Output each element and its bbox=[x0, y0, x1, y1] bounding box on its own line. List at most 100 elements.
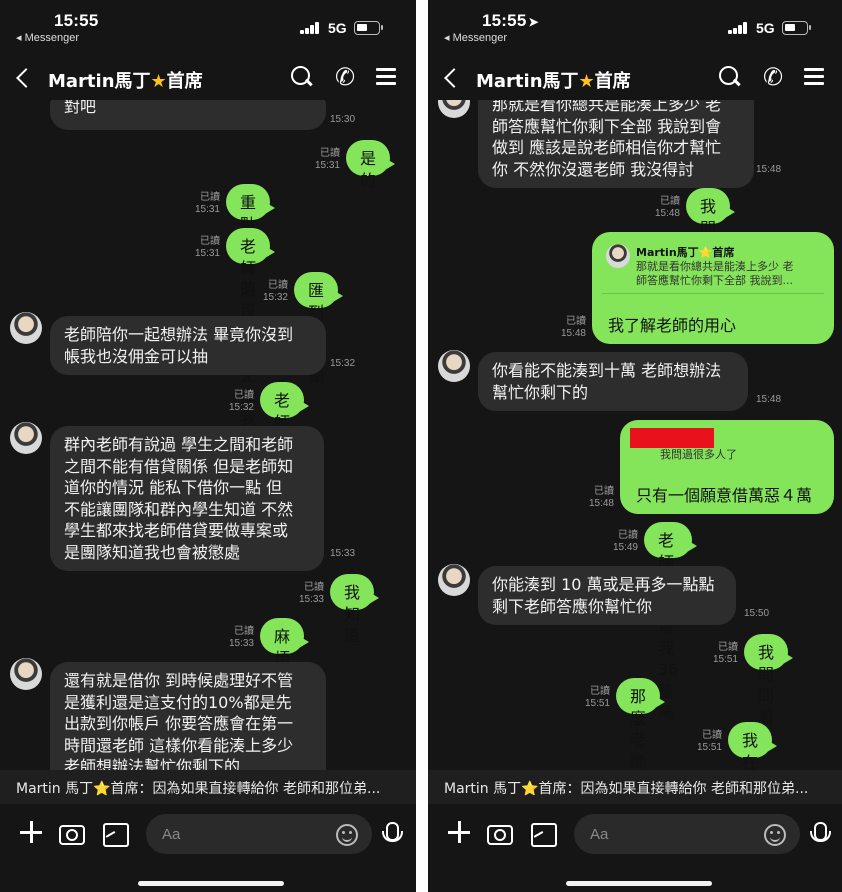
message-list[interactable]: 對吧 15:30 是的 已讀 15:31 重點我真的沒有錢了 已讀 15:31 … bbox=[0, 100, 416, 770]
menu-icon[interactable] bbox=[800, 62, 830, 92]
read-receipt: 已讀 bbox=[702, 730, 722, 741]
quoted-author: Martin馬丁⭐首席 bbox=[636, 246, 735, 259]
microphone-icon[interactable] bbox=[804, 818, 834, 848]
message-bubble[interactable]: 麻煩老師幫幫我 bbox=[260, 618, 310, 770]
home-indicator[interactable] bbox=[138, 881, 284, 886]
camera-icon[interactable] bbox=[484, 818, 514, 848]
microphone-icon[interactable] bbox=[376, 818, 406, 848]
star-icon: ★ bbox=[150, 71, 167, 92]
reply-bubble[interactable]: Martin馬丁⭐首席 那就是看你總共是能湊上多少 老 師答應幫忙你剩下全部 我… bbox=[592, 232, 834, 344]
avatar[interactable] bbox=[10, 422, 42, 454]
message-bubble[interactable]: 老師我真的很急 bbox=[260, 382, 310, 539]
read-receipt: 已讀 bbox=[304, 582, 324, 593]
quoted-message[interactable]: Martin馬丁⭐首席 那就是看你總共是能湊上多少 老 師答應幫忙你剩下全部 我… bbox=[602, 240, 824, 294]
signal-icon bbox=[728, 22, 750, 34]
status-time: 15:55 bbox=[54, 11, 99, 30]
message-time: 15:51 bbox=[584, 698, 610, 709]
phone-icon[interactable]: ✆ bbox=[758, 62, 788, 92]
message-bubble[interactable]: 群內老師有說過 學生之間和老師 之間不能有借貸關係 但是老師知 道你的情況 能私… bbox=[50, 426, 324, 571]
signal-icon bbox=[300, 22, 322, 34]
message-bubble[interactable]: 我知道 bbox=[330, 574, 380, 645]
message-bubble[interactable]: 那就是看你總共是能湊上多少 老 師答應幫忙你剩下全部 我說到會 做到 應該是說老… bbox=[478, 100, 754, 188]
image-icon[interactable] bbox=[528, 818, 558, 848]
chat-title[interactable]: Martin馬丁★首席 bbox=[476, 67, 631, 93]
message-bubble[interactable]: 老師你要幫我 36 萬嗎 bbox=[644, 522, 698, 722]
message-bubble[interactable]: 重點我真的沒有錢了 bbox=[226, 184, 276, 384]
chat-header: Martin馬丁★首席 ✆ bbox=[428, 56, 842, 100]
contact-name: Martin馬丁 bbox=[476, 71, 579, 92]
message-bubble[interactable]: 還有就是借你 到時候處理好不管 是獲利還是這支付的10%都是先 出款到你帳戶 你… bbox=[50, 662, 326, 770]
menu-icon[interactable] bbox=[372, 62, 402, 92]
message-bubble[interactable]: 我問過很多人了 bbox=[686, 188, 736, 345]
battery-icon bbox=[354, 21, 383, 35]
read-receipt: 已讀 bbox=[618, 530, 638, 541]
plus-icon[interactable] bbox=[444, 818, 474, 848]
chat-screen-left: 15:55 ◂ Messenger 5G Martin馬丁★首席 ✆ 對吧 15… bbox=[0, 0, 416, 892]
back-chevron-icon[interactable] bbox=[440, 64, 464, 92]
phone-icon[interactable]: ✆ bbox=[330, 62, 360, 92]
avatar[interactable] bbox=[438, 564, 470, 596]
message-time: 15:32 bbox=[262, 292, 288, 303]
plus-icon[interactable] bbox=[16, 818, 46, 848]
avatar[interactable] bbox=[438, 100, 470, 118]
camera-icon[interactable] bbox=[56, 818, 86, 848]
emoji-icon[interactable] bbox=[336, 824, 358, 846]
read-receipt: 已讀 bbox=[200, 236, 220, 247]
message-time: 15:33 bbox=[298, 594, 324, 605]
composer-bar bbox=[428, 808, 842, 862]
read-receipt: 已讀 bbox=[268, 280, 288, 291]
status-bar: 15:55 ◂ Messenger 5G bbox=[0, 0, 416, 48]
message-time: 15:49 bbox=[612, 542, 638, 553]
status-time-text: 15:55 bbox=[482, 11, 527, 30]
back-to-app-link[interactable]: ◂ Messenger bbox=[444, 31, 507, 44]
message-time: 15:48 bbox=[560, 328, 586, 339]
message-time: 15:48 bbox=[756, 164, 782, 175]
message-bubble[interactable]: 那麼老師是要匯來我戶頭 bbox=[616, 678, 666, 770]
read-receipt: 已讀 bbox=[234, 626, 254, 637]
message-time: 15:51 bbox=[696, 742, 722, 753]
back-chevron-icon[interactable] bbox=[12, 64, 36, 92]
contact-role: 首席 bbox=[594, 71, 631, 92]
message-bubble[interactable]: 對吧 bbox=[50, 100, 326, 130]
back-to-app-link[interactable]: ◂ Messenger bbox=[16, 31, 79, 44]
image-icon[interactable] bbox=[100, 818, 130, 848]
message-bubble[interactable]: 你能湊到 10 萬或是再多一點點 剩下老師答應你幫忙你 bbox=[478, 566, 736, 625]
contact-name: Martin馬丁 bbox=[48, 71, 151, 92]
avatar[interactable] bbox=[10, 658, 42, 690]
chat-title[interactable]: Martin馬丁★首席 bbox=[48, 67, 203, 93]
message-bubble[interactable]: 我問問看 bbox=[744, 634, 794, 727]
message-time: 15:30 bbox=[330, 114, 356, 125]
message-list[interactable]: 那就是看你總共是能湊上多少 老 師答應幫忙你剩下全部 我說到會 做到 應該是說老… bbox=[428, 100, 842, 770]
quoted-text: 我問過很多人了 bbox=[660, 448, 737, 461]
emoji-icon[interactable] bbox=[764, 824, 786, 846]
message-bubble[interactable]: 匯到我戶頭 bbox=[294, 272, 344, 386]
read-receipt: 已讀 bbox=[660, 196, 680, 207]
message-time: 15:50 bbox=[744, 608, 770, 619]
search-icon[interactable] bbox=[286, 62, 316, 92]
contact-role: 首席 bbox=[166, 71, 203, 92]
location-arrow-icon: ➤ bbox=[528, 15, 539, 29]
avatar[interactable] bbox=[10, 312, 42, 344]
avatar[interactable] bbox=[438, 350, 470, 382]
message-preview-text: Martin 馬丁⭐首席：因為如果直接轉給你 老師和那位弟... bbox=[16, 781, 381, 797]
message-preview-banner[interactable]: Martin 馬丁⭐首席：因為如果直接轉給你 老師和那位弟... bbox=[0, 770, 416, 804]
search-icon[interactable] bbox=[714, 62, 744, 92]
message-time: 15:31 bbox=[194, 248, 220, 259]
star-icon: ★ bbox=[578, 71, 595, 92]
message-bubble[interactable]: 老師還是你能先借我 bbox=[226, 228, 276, 428]
network-label: 5G bbox=[328, 20, 347, 36]
message-time: 15:33 bbox=[228, 638, 254, 649]
read-receipt: 已讀 bbox=[718, 642, 738, 653]
reply-text: 只有一個願意借萬惡４萬 bbox=[636, 486, 813, 505]
reply-bubble[interactable]: 我問過很多人了 只有一個願意借萬惡４萬 bbox=[620, 420, 834, 514]
read-receipt: 已讀 bbox=[320, 148, 340, 159]
message-bubble[interactable]: 我在一起用 bbox=[728, 722, 778, 770]
network-label: 5G bbox=[756, 20, 775, 36]
message-time: 15:31 bbox=[194, 204, 220, 215]
home-indicator[interactable] bbox=[566, 881, 712, 886]
message-preview-banner[interactable]: Martin 馬丁⭐首席：因為如果直接轉給你 老師和那位弟... bbox=[428, 770, 842, 804]
message-bubble[interactable]: 你看能不能湊到十萬 老師想辦法 幫忙你剩下的 bbox=[478, 352, 748, 411]
message-bubble[interactable]: 老師陪你一起想辦法 畢竟你沒到 帳我也沒佣金可以抽 bbox=[50, 316, 326, 375]
message-bubble[interactable]: 是的 bbox=[346, 140, 396, 190]
message-time: 15:48 bbox=[588, 498, 614, 509]
